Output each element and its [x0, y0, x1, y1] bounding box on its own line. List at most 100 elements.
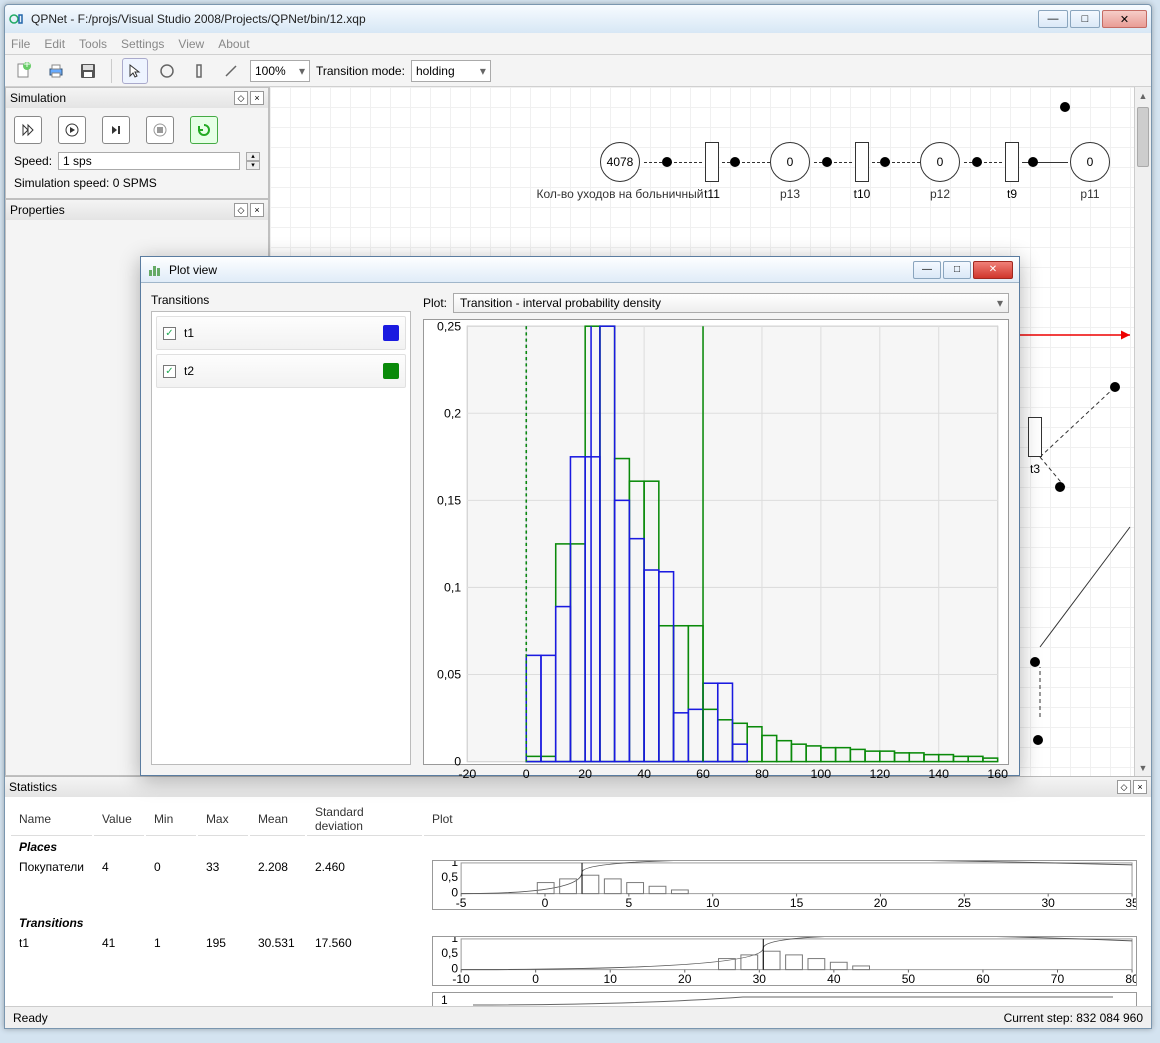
- svg-text:0: 0: [523, 767, 530, 781]
- arc: [814, 162, 852, 163]
- plot-maximize-button[interactable]: □: [943, 261, 971, 279]
- svg-text:0,5: 0,5: [441, 871, 458, 884]
- svg-text:50: 50: [902, 973, 916, 985]
- zoom-select[interactable]: 100%: [250, 60, 310, 82]
- panel-float-button[interactable]: ◇: [1117, 780, 1131, 794]
- menu-edit[interactable]: Edit: [44, 37, 65, 51]
- token-icon: [880, 157, 890, 167]
- col-min[interactable]: Min: [146, 803, 196, 836]
- panel-float-button[interactable]: ◇: [234, 203, 248, 217]
- toolbar: + 100% Transition mode: holding: [5, 55, 1151, 87]
- svg-text:0,05: 0,05: [437, 668, 461, 682]
- svg-text:25: 25: [958, 897, 972, 909]
- svg-text:0: 0: [532, 973, 539, 985]
- panel-close-button[interactable]: ×: [250, 203, 264, 217]
- arc: [964, 162, 1002, 163]
- transition-item-t2[interactable]: ✓ t2: [156, 354, 406, 388]
- col-mean[interactable]: Mean: [250, 803, 305, 836]
- transition-node[interactable]: [855, 142, 869, 182]
- app-icon: [9, 11, 25, 27]
- mini-plot: 00,51-505101520253035: [432, 860, 1137, 910]
- speed-input[interactable]: [58, 152, 240, 170]
- simulation-panel: Simulation◇× Speed: ▴▾ Simulation s: [5, 87, 269, 199]
- print-button[interactable]: [43, 58, 69, 84]
- sim-stop-button[interactable]: [146, 116, 174, 144]
- svg-text:+: +: [23, 62, 30, 71]
- close-button[interactable]: ✕: [1102, 10, 1147, 28]
- sim-step-button[interactable]: [102, 116, 130, 144]
- svg-text:-20: -20: [458, 767, 476, 781]
- table-row[interactable]: Покупатели 4 0 33 2.208 2.460 00,51-5051…: [11, 858, 1145, 912]
- speed-spinner[interactable]: ▴▾: [246, 152, 260, 170]
- svg-text:30: 30: [753, 973, 767, 985]
- transition-node[interactable]: [1028, 417, 1042, 457]
- token-icon: [822, 157, 832, 167]
- col-plot[interactable]: Plot: [424, 803, 1145, 836]
- menu-view[interactable]: View: [178, 37, 204, 51]
- transition-item-t1[interactable]: ✓ t1: [156, 316, 406, 350]
- place-tool-button[interactable]: [154, 58, 180, 84]
- svg-text:40: 40: [637, 767, 651, 781]
- plot-close-button[interactable]: ✕: [973, 261, 1013, 279]
- table-row[interactable]: t1 41 1 195 30.531 17.560 00,51-10010203…: [11, 934, 1145, 988]
- transition-mode-select[interactable]: holding: [411, 60, 491, 82]
- plot-view-titlebar[interactable]: Plot view — □ ✕: [141, 257, 1019, 283]
- simulation-panel-title: Simulation: [10, 91, 66, 105]
- sim-reset-button[interactable]: [190, 116, 218, 144]
- panel-close-button[interactable]: ×: [1133, 780, 1147, 794]
- checkbox-icon[interactable]: ✓: [163, 327, 176, 340]
- place-node[interactable]: 4078: [600, 142, 640, 182]
- window-title: QPNet - F:/projs/Visual Studio 2008/Proj…: [31, 12, 1038, 26]
- titlebar[interactable]: QPNet - F:/projs/Visual Studio 2008/Proj…: [5, 5, 1151, 33]
- transition-node[interactable]: [705, 142, 719, 182]
- new-button[interactable]: +: [11, 58, 37, 84]
- maximize-button[interactable]: □: [1070, 10, 1100, 28]
- col-name[interactable]: Name: [11, 803, 92, 836]
- svg-text:140: 140: [928, 767, 949, 781]
- svg-text:0,2: 0,2: [444, 406, 461, 420]
- plot-type-select[interactable]: Transition - interval probability densit…: [453, 293, 1009, 313]
- token-icon: [1055, 482, 1065, 492]
- transition-tool-button[interactable]: [186, 58, 212, 84]
- chart-pane: Plot: Transition - interval probability …: [423, 293, 1009, 765]
- arc-tool-button[interactable]: [218, 58, 244, 84]
- token-icon: [1060, 102, 1070, 112]
- place-node[interactable]: 0: [920, 142, 960, 182]
- menu-file[interactable]: File: [11, 37, 30, 51]
- svg-text:80: 80: [1125, 973, 1136, 985]
- statistics-title: Statistics: [9, 780, 57, 794]
- transition-node[interactable]: [1005, 142, 1019, 182]
- menu-settings[interactable]: Settings: [121, 37, 164, 51]
- checkbox-icon[interactable]: ✓: [163, 365, 176, 378]
- minimize-button[interactable]: —: [1038, 10, 1068, 28]
- plot-minimize-button[interactable]: —: [913, 261, 941, 279]
- svg-text:160: 160: [987, 767, 1008, 781]
- table-row[interactable]: 1: [11, 990, 1145, 1006]
- status-step: Current step: 832 084 960: [1004, 1011, 1143, 1025]
- svg-text:10: 10: [603, 973, 617, 985]
- col-value[interactable]: Value: [94, 803, 144, 836]
- pointer-tool-button[interactable]: [122, 58, 148, 84]
- menu-tools[interactable]: Tools: [79, 37, 107, 51]
- sim-fastforward-button[interactable]: [14, 116, 42, 144]
- plot-label: Plot:: [423, 296, 447, 310]
- menu-about[interactable]: About: [218, 37, 249, 51]
- svg-text:10: 10: [706, 897, 720, 909]
- transitions-list: ✓ t1 ✓ t2: [151, 311, 411, 765]
- col-max[interactable]: Max: [198, 803, 248, 836]
- col-std[interactable]: Standard deviation: [307, 803, 422, 836]
- svg-text:15: 15: [790, 897, 804, 909]
- save-button[interactable]: [75, 58, 101, 84]
- panel-float-button[interactable]: ◇: [234, 91, 248, 105]
- svg-text:0,25: 0,25: [437, 320, 461, 333]
- chart-area: -2002040608010012014016000,050,10,150,20…: [423, 319, 1009, 765]
- svg-text:30: 30: [1041, 897, 1055, 909]
- place-node[interactable]: 0: [1070, 142, 1110, 182]
- svg-text:60: 60: [976, 973, 990, 985]
- plot-view-title: Plot view: [169, 263, 911, 277]
- sim-play-button[interactable]: [58, 116, 86, 144]
- toolbar-separator: [111, 59, 112, 83]
- place-node[interactable]: 0: [770, 142, 810, 182]
- panel-close-button[interactable]: ×: [250, 91, 264, 105]
- plot-view-window[interactable]: Plot view — □ ✕ Transitions ✓ t1 ✓ t2: [140, 256, 1020, 776]
